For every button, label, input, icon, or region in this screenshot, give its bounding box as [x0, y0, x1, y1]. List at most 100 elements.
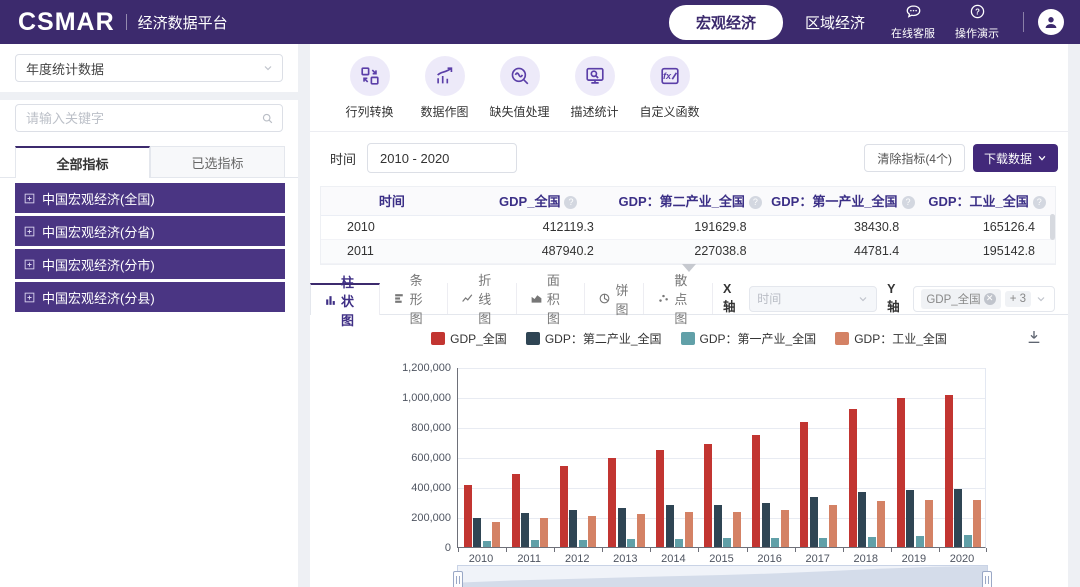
chart-tab-area[interactable]: 面积图	[517, 283, 586, 314]
logo-divider	[126, 14, 127, 30]
chevron-down-icon	[262, 62, 274, 74]
dataset-select[interactable]: 年度统计数据	[15, 54, 283, 82]
remove-tag-icon[interactable]: ✕	[984, 293, 996, 305]
x-tick-label: 2012	[553, 553, 601, 565]
bar	[810, 497, 818, 547]
datazoom-left-handle[interactable]	[453, 571, 463, 587]
bar-group-2018	[843, 409, 891, 547]
bar	[800, 422, 808, 547]
table-cell: 487940.2	[463, 239, 614, 263]
column-header: 时间	[321, 187, 463, 215]
bar-group-2015	[698, 444, 746, 547]
clear-indicators-button[interactable]: 清除指标(4个)	[864, 144, 965, 172]
keyword-search[interactable]	[15, 104, 283, 132]
column-help-icon[interactable]: ?	[1033, 196, 1046, 209]
table-cell: 191629.8	[614, 215, 767, 239]
top-header: CSMAR 经济数据平台 宏观经济区域经济 在线客服?操作演示	[0, 0, 1080, 44]
legend-item[interactable]: GDP：工业_全国	[835, 330, 947, 347]
download-chart-icon[interactable]	[1026, 329, 1042, 348]
tool-missing-value[interactable]: 缺失值处理	[482, 56, 557, 120]
tool-transpose[interactable]: 行列转换	[332, 56, 407, 120]
bar-group-2011	[506, 474, 554, 547]
legend-item[interactable]: GDP：第二产业_全国	[526, 330, 662, 347]
column-help-icon[interactable]: ?	[902, 196, 915, 209]
bar-chart[interactable]: 0200,000400,000600,000800,0001,000,0001,…	[310, 368, 1068, 587]
datazoom-right-handle[interactable]	[982, 571, 992, 587]
x-axis-value: 时间	[757, 290, 781, 307]
bar	[849, 409, 857, 547]
bar	[714, 505, 722, 547]
chevron-down-icon	[1037, 153, 1047, 163]
expand-plus-icon[interactable]	[24, 259, 42, 270]
expand-plus-icon[interactable]	[24, 193, 42, 204]
bar-chart-icon	[393, 292, 406, 305]
chart-tab-bar[interactable]: 条形图	[380, 283, 449, 314]
legend-label: GDP：第一产业_全国	[700, 330, 817, 347]
bar	[906, 490, 914, 547]
chart-tab-pie[interactable]: 饼图	[585, 283, 644, 314]
bar	[637, 514, 645, 547]
header-action-chat[interactable]: 在线客服	[891, 3, 935, 41]
expand-plus-icon[interactable]	[24, 292, 42, 303]
bar	[464, 485, 472, 547]
bar	[531, 540, 539, 547]
chevron-down-icon	[857, 293, 869, 305]
bar	[916, 536, 924, 547]
bar	[733, 512, 741, 547]
chart-tab-label: 折线图	[478, 270, 503, 327]
tree-item-1[interactable]: 中国宏观经济(分省)	[15, 216, 285, 246]
header-action-question[interactable]: ?操作演示	[955, 3, 999, 41]
y-axis-select[interactable]: GDP_全国✕+ 3	[913, 286, 1055, 312]
tree-item-2[interactable]: 中国宏观经济(分市)	[15, 249, 285, 279]
descriptive-stats-icon	[575, 56, 615, 96]
y-axis-more-tag: + 3	[1005, 291, 1031, 307]
tab-all-indicators[interactable]: 全部指标	[15, 146, 150, 178]
x-axis-label: X轴	[723, 282, 742, 315]
chart-tab-scatter[interactable]: 散点图	[644, 283, 713, 314]
column-help-icon[interactable]: ?	[564, 196, 577, 209]
x-axis-select[interactable]: 时间	[749, 286, 877, 312]
table-header-row: 时间GDP_全国?GDP：第二产业_全国?GDP：第一产业_全国?GDP：工业_…	[321, 187, 1055, 215]
chart-tab-label: 散点图	[674, 270, 699, 327]
search-input[interactable]	[26, 111, 261, 126]
legend-item[interactable]: GDP_全国	[431, 330, 507, 347]
expand-plus-icon[interactable]	[24, 226, 42, 237]
datazoom-slider[interactable]	[457, 565, 988, 587]
bar	[964, 535, 972, 547]
bar	[945, 395, 953, 547]
chart-tab-line[interactable]: 折线图	[448, 283, 517, 314]
time-range-input[interactable]: 2010 - 2020	[367, 143, 517, 173]
tool-label: 自定义函数	[639, 103, 699, 120]
tab-selected-indicators[interactable]: 已选指标	[150, 146, 285, 177]
bar	[492, 522, 500, 547]
table-cell: 227038.8	[614, 239, 767, 263]
legend-label: GDP：工业_全国	[854, 330, 947, 347]
user-avatar[interactable]	[1038, 9, 1064, 35]
bar-group-2016	[747, 435, 795, 547]
nav-item-macro[interactable]: 宏观经济	[669, 5, 783, 40]
x-axis-tick	[986, 548, 987, 552]
bar	[666, 505, 674, 547]
bar	[521, 513, 529, 547]
bar-group-2014	[650, 450, 698, 547]
legend-label: GDP：第二产业_全国	[545, 330, 662, 347]
tree-item-3[interactable]: 中国宏观经济(分县)	[15, 282, 285, 312]
legend-item[interactable]: GDP：第一产业_全国	[681, 330, 817, 347]
tool-custom-function[interactable]: fx自定义函数	[632, 56, 707, 120]
table-scrollbar[interactable]	[1050, 214, 1055, 240]
bar	[819, 538, 827, 547]
bar	[771, 538, 779, 547]
nav-item-regional[interactable]: 区域经济	[805, 12, 865, 33]
legend-swatch	[835, 332, 849, 345]
column-help-icon[interactable]: ?	[749, 196, 762, 209]
chart-legend: GDP_全国 GDP：第二产业_全国 GDP：第一产业_全国 GDP：工业_全国	[310, 325, 1068, 351]
column-header: GDP：第一产业_全国?	[767, 187, 920, 215]
bar-group-2017	[795, 422, 843, 547]
tool-label: 数据作图	[420, 103, 468, 120]
download-data-button[interactable]: 下载数据	[973, 144, 1058, 172]
tool-plot-data[interactable]: 数据作图	[407, 56, 482, 120]
tool-descriptive-stats[interactable]: 描述统计	[557, 56, 632, 120]
chart-tab-column[interactable]: 柱状图	[310, 283, 380, 315]
legend-swatch	[526, 332, 540, 345]
tree-item-0[interactable]: 中国宏观经济(全国)	[15, 183, 285, 213]
